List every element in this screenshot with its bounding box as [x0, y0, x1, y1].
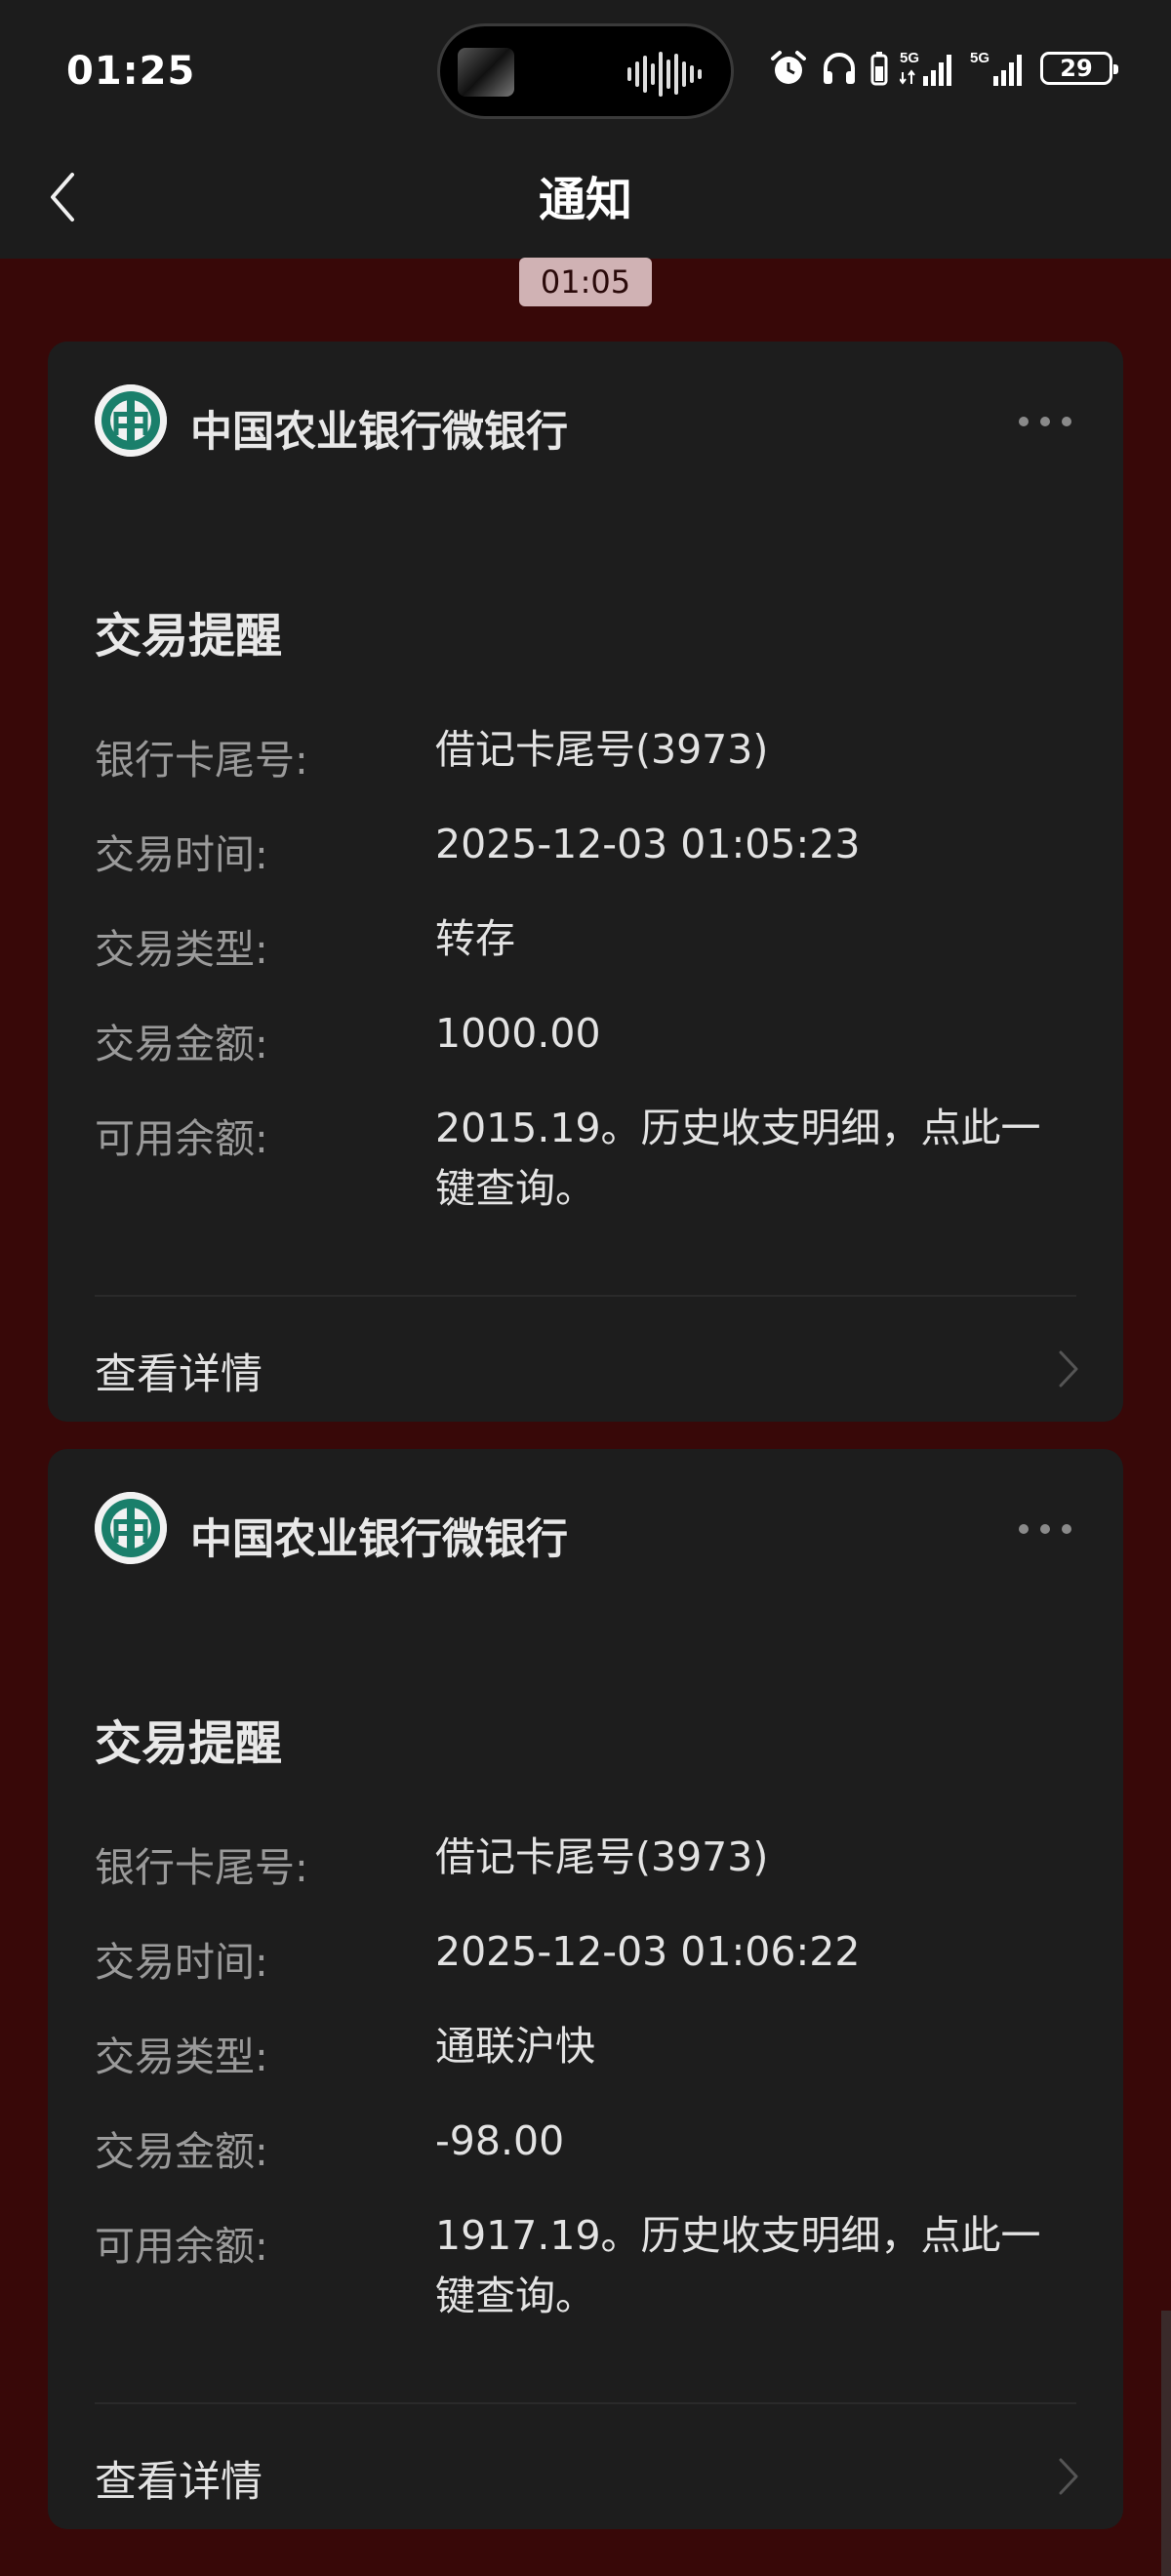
row-label: 交易时间: [95, 1939, 268, 1986]
media-thumbnail [458, 48, 514, 97]
chevron-left-icon [51, 173, 74, 221]
notification-card[interactable]: 中国农业银行微银行 交易提醒 银行卡尾号: 借记卡尾号(3973) 交易时间: … [48, 1449, 1123, 2529]
row-label: 交易类型: [95, 2033, 268, 2080]
more-options-button[interactable] [1016, 410, 1074, 433]
network-label-2: 5G [970, 50, 989, 66]
message-timestamp: 01:05 [519, 258, 652, 306]
view-details-label: 查看详情 [95, 1350, 262, 1399]
row-value: -98.00 [435, 2117, 565, 2164]
row-label: 交易金额: [95, 1021, 268, 1067]
audio-wave-icon [627, 52, 702, 97]
battery-indicator: 29 [1040, 52, 1118, 85]
chevron-right-icon [1059, 2458, 1078, 2495]
row-label: 交易金额: [95, 2128, 268, 2175]
row-value: 1000.00 [435, 1010, 601, 1057]
back-button[interactable] [43, 163, 121, 231]
view-details-button[interactable]: 查看详情 [95, 2435, 1084, 2513]
card-title: 交易提醒 [95, 1716, 283, 1771]
row-label: 交易类型: [95, 926, 268, 973]
scrollbar-thumb[interactable] [1161, 2311, 1171, 2576]
sender-name: 中国农业银行微银行 [190, 1515, 568, 1564]
row-value: 通联沪快 [435, 2023, 595, 2070]
sender-name: 中国农业银行微银行 [190, 408, 568, 457]
status-time: 01:25 [66, 49, 196, 94]
row-label: 银行卡尾号: [95, 1844, 308, 1891]
battery-level: 29 [1060, 55, 1093, 82]
row-value: 借记卡尾号(3973) [435, 726, 769, 773]
row-value: 借记卡尾号(3973) [435, 1833, 769, 1880]
card-header: 中国农业银行微银行 [95, 384, 1084, 459]
row-label: 银行卡尾号: [95, 737, 308, 784]
row-value: 2025-12-03 01:06:22 [435, 1928, 861, 1975]
row-value[interactable]: 2015.19。历史收支明细，点此一键查询。 [435, 1098, 1060, 1219]
status-bar: 01:25 5G 5G 29 [0, 0, 1171, 141]
divider [95, 2402, 1076, 2404]
chevron-right-icon [1059, 1350, 1078, 1388]
more-dots-icon [1019, 1524, 1071, 1534]
row-value: 2025-12-03 01:05:23 [435, 821, 861, 867]
view-details-label: 查看详情 [95, 2458, 262, 2507]
network-label-1: 5G [900, 50, 919, 66]
abc-bank-logo-icon [95, 384, 167, 457]
more-options-button[interactable] [1016, 1517, 1074, 1541]
headphones-icon [824, 53, 855, 84]
row-label: 可用余额: [95, 1115, 268, 1162]
view-details-button[interactable]: 查看详情 [95, 1327, 1084, 1405]
page-title: 通知 [538, 173, 632, 227]
row-label: 交易时间: [95, 831, 268, 878]
system-icons: 5G 5G 29 [769, 49, 1118, 88]
row-value[interactable]: 1917.19。历史收支明细，点此一键查询。 [435, 2205, 1060, 2326]
nav-bar: 通知 [0, 141, 1171, 259]
signal-5g-icon: 5G [900, 50, 951, 86]
notification-card[interactable]: 中国农业银行微银行 交易提醒 银行卡尾号: 借记卡尾号(3973) 交易时间: … [48, 342, 1123, 1422]
divider [95, 1295, 1076, 1297]
card-title: 交易提醒 [95, 609, 283, 664]
card-header: 中国农业银行微银行 [95, 1492, 1084, 1566]
dynamic-island[interactable] [437, 23, 734, 119]
headphone-battery-icon [870, 52, 888, 86]
signal-5g-icon-2: 5G [970, 50, 1022, 86]
row-value: 转存 [435, 915, 515, 962]
abc-bank-logo-icon [95, 1492, 167, 1564]
more-dots-icon [1019, 417, 1071, 426]
row-label: 可用余额: [95, 2223, 268, 2270]
alarm-icon [771, 51, 806, 84]
